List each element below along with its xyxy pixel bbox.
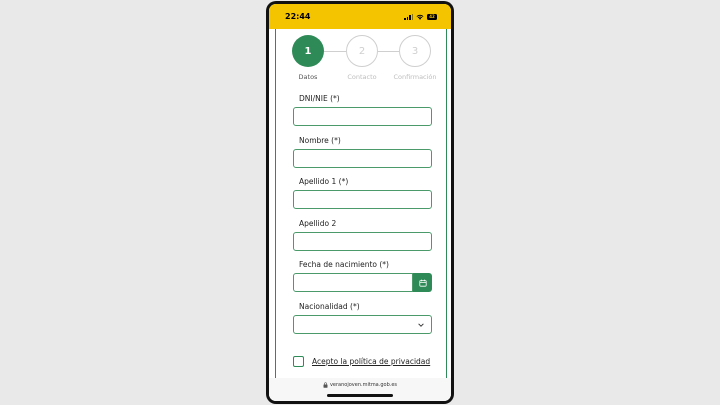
nombre-label: Nombre (*)	[299, 136, 341, 145]
calendar-button[interactable]	[413, 273, 432, 292]
dni-input[interactable]	[293, 107, 432, 126]
step-1-label: Datos	[298, 73, 318, 81]
home-indicator[interactable]	[327, 394, 393, 397]
url-display[interactable]: veranojoven.mitma.gob.es	[269, 382, 451, 388]
step-2-label: Contacto	[347, 73, 377, 81]
signal-icon	[404, 13, 413, 20]
form-container: 1 2 3 Datos Contacto Confirmación DNI/NI…	[275, 29, 447, 378]
apellido2-label: Apellido 2	[299, 219, 337, 228]
fecha-input[interactable]	[293, 273, 413, 292]
dni-label: DNI/NIE (*)	[299, 94, 340, 103]
url-text: veranojoven.mitma.gob.es	[329, 382, 398, 388]
privacy-policy-link[interactable]: Acepto la política de privacidad	[312, 357, 430, 366]
step-1: 1	[292, 35, 324, 67]
browser-url-bar[interactable]: veranojoven.mitma.gob.es	[269, 378, 451, 401]
apellido1-input[interactable]	[293, 190, 432, 209]
phone-screen: 22:44 42 1 2 3 Datos Contacto Confirmaci…	[269, 4, 451, 401]
battery-icon: 42	[427, 13, 437, 20]
apellido1-label: Apellido 1 (*)	[299, 177, 349, 186]
step-connector	[324, 51, 346, 52]
nombre-input[interactable]	[293, 149, 432, 168]
nacionalidad-label: Nacionalidad (*)	[299, 302, 360, 311]
calendar-icon	[418, 279, 427, 287]
apellido2-input[interactable]	[293, 232, 432, 251]
phone-frame: 22:44 42 1 2 3 Datos Contacto Confirmaci…	[266, 1, 454, 404]
stepper: 1 2 3 Datos Contacto Confirmación	[276, 35, 448, 81]
privacy-checkbox[interactable]	[293, 356, 304, 367]
fecha-label: Fecha de nacimiento (*)	[299, 260, 389, 269]
status-icons: 42	[404, 13, 437, 20]
step-3: 3	[399, 35, 431, 67]
step-connector	[378, 51, 399, 52]
step-2: 2	[346, 35, 378, 67]
status-bar: 22:44 42	[269, 4, 451, 29]
nacionalidad-select[interactable]	[293, 315, 432, 334]
step-3-label: Confirmación	[393, 73, 437, 81]
lock-icon	[323, 382, 328, 388]
wifi-icon	[416, 14, 424, 20]
chevron-down-icon	[418, 323, 424, 327]
status-time: 22:44	[285, 12, 311, 21]
